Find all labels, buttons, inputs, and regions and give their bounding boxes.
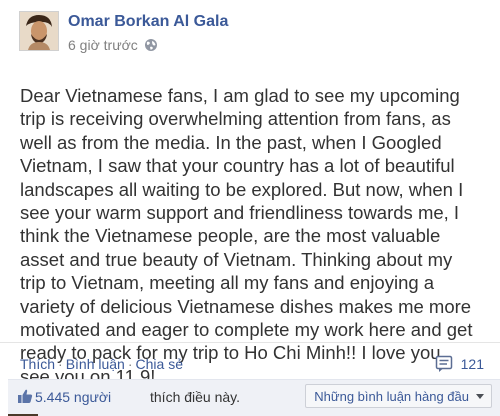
action-separator: · [58, 356, 63, 372]
avatar-image [20, 12, 58, 50]
likes-count[interactable]: 5.445 người [35, 389, 111, 405]
comment-sort-dropdown[interactable]: Những bình luận hàng đầu [305, 384, 492, 408]
share-link[interactable]: Chia sẻ [136, 356, 183, 372]
facebook-post: Omar Borkan Al Gala 6 giờ trước Dear Vie… [0, 0, 500, 416]
comment-count[interactable]: 121 [435, 355, 484, 373]
comment-icon [435, 355, 452, 372]
post-timestamp[interactable]: 6 giờ trước [68, 37, 138, 53]
likes-suffix: thích điều này. [150, 389, 241, 405]
action-separator: · [127, 356, 133, 372]
comment-link[interactable]: Bình luận [66, 356, 125, 372]
chevron-down-icon [476, 394, 484, 399]
author-avatar[interactable] [19, 11, 59, 51]
post-header: Omar Borkan Al Gala 6 giờ trước [0, 0, 500, 62]
likes-bar: 5.445 người thích điều này. Những bình l… [8, 379, 500, 416]
author-name[interactable]: Omar Borkan Al Gala [68, 13, 228, 31]
comment-count-value: 121 [460, 356, 484, 372]
like-link[interactable]: Thích [20, 356, 55, 372]
comment-sort-label: Những bình luận hàng đầu [314, 389, 469, 404]
post-meta: 6 giờ trước [68, 36, 158, 54]
thumbs-up-icon [18, 389, 33, 403]
globe-icon[interactable] [144, 38, 158, 52]
action-links: Thích · Bình luận · Chia sẻ [20, 356, 183, 372]
